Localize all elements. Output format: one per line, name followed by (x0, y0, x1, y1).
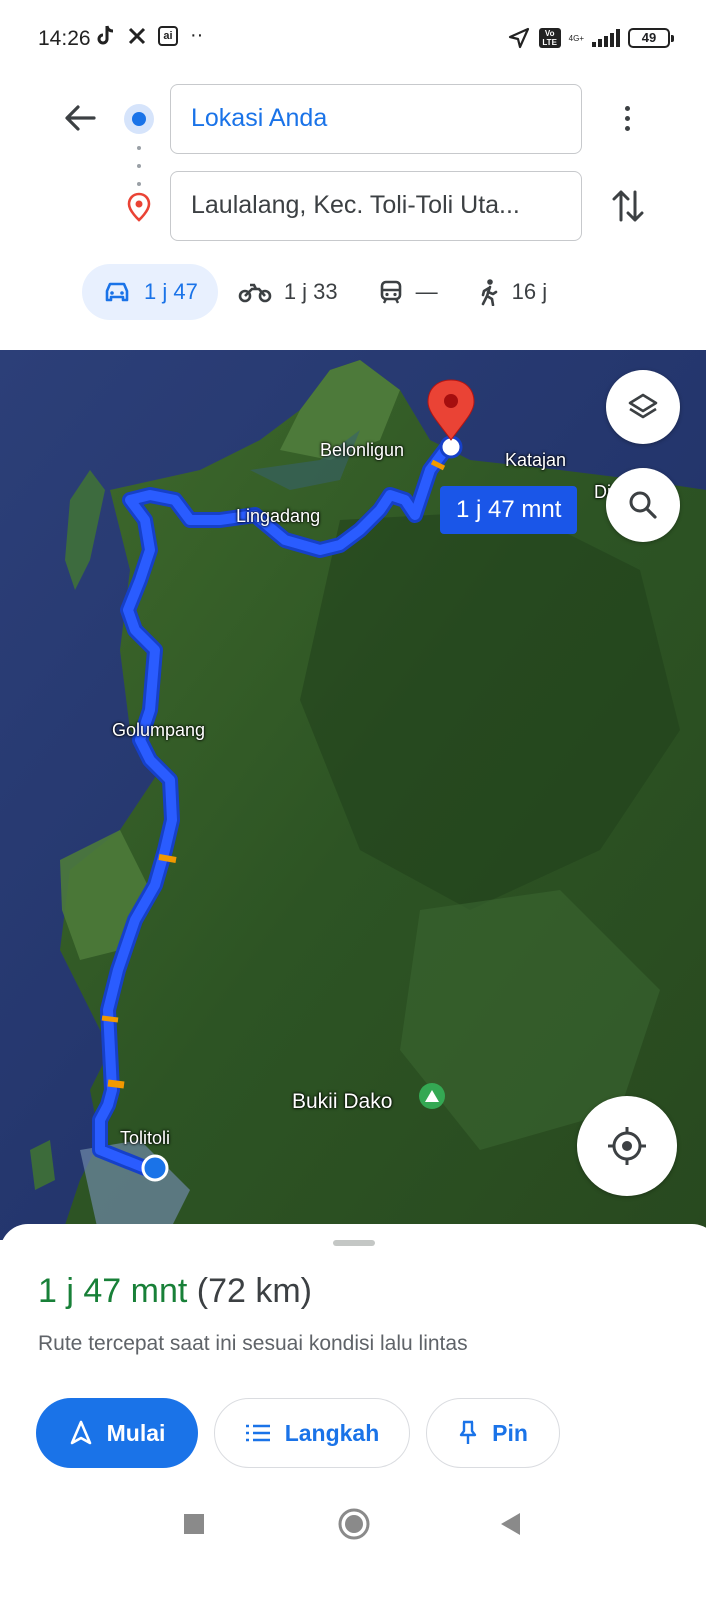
destination-pin-icon (127, 192, 151, 222)
status-bar: 14:26 ai ·· Vo LTE 4G+ 49 (0, 0, 720, 76)
notification-icons: ai ·· (96, 24, 203, 47)
home-circle-icon (338, 1508, 370, 1540)
layers-icon (628, 393, 658, 419)
list-icon (245, 1424, 270, 1442)
volte-icon: Vo LTE (538, 28, 561, 48)
map-label-lingadang: Lingadang (236, 506, 321, 526)
ai-icon: ai (158, 25, 178, 46)
back-nav-button[interactable] (488, 1502, 532, 1546)
steps-label: Langkah (284, 1419, 380, 1446)
mode-motorcycle-tab[interactable]: 1 j 33 (218, 264, 358, 320)
pin-button[interactable]: Pin (426, 1398, 560, 1468)
volte-bottom: LTE (542, 38, 557, 47)
map-label-bukit-dako: Bukii Dako (292, 1090, 393, 1113)
route-connector-dots (137, 146, 141, 186)
steps-button[interactable]: Langkah (214, 1398, 410, 1468)
more-vert-icon (624, 105, 630, 111)
origin-dot-icon (124, 104, 154, 134)
back-button[interactable] (60, 98, 100, 138)
system-icons: Vo LTE 4G+ 49 (507, 26, 674, 50)
mode-motorcycle-label: 1 j 33 (283, 279, 338, 304)
pin-label: Pin (492, 1419, 528, 1446)
back-triangle-icon (501, 1513, 520, 1535)
mode-transit-label: — (415, 279, 438, 304)
start-navigation-button[interactable]: Mulai (36, 1398, 198, 1468)
mode-driving-tab[interactable]: 1 j 47 (82, 264, 218, 320)
route-description: Rute tercepat saat ini sesuai kondisi la… (38, 1332, 468, 1355)
network-type: 4G+ (568, 33, 584, 43)
start-label: Mulai (106, 1419, 166, 1446)
sheet-drag-handle[interactable] (333, 1240, 375, 1246)
mode-transit-tab[interactable]: — (358, 264, 458, 320)
map-layers-button[interactable] (606, 370, 680, 444)
map-label-golumpang: Golumpang (112, 720, 206, 740)
route-duration: 1 j 47 mnt (38, 1272, 188, 1310)
recents-button[interactable] (172, 1502, 216, 1546)
transit-icon (380, 280, 401, 304)
more-notifications-icon: ·· (190, 24, 204, 46)
volte-top: Vo (544, 29, 555, 38)
system-navigation-bar (0, 1480, 720, 1570)
x-icon (128, 27, 146, 44)
origin-input[interactable]: Lokasi Anda (170, 84, 582, 154)
mode-driving-label: 1 j 47 (144, 279, 198, 304)
status-time: 14:26 (38, 27, 91, 50)
map-label-tolitoli: Tolitoli (120, 1128, 171, 1148)
mode-walking-tab[interactable]: 16 j (458, 264, 567, 320)
current-location-marker (141, 1154, 169, 1182)
map-label-katajan: Katajan (505, 450, 567, 470)
destination-input[interactable]: Laulalang, Kec. Toli-Toli Uta... (170, 171, 582, 241)
car-icon (105, 282, 129, 302)
tiktok-icon (97, 25, 114, 44)
travel-mode-tabs: 1 j 47 1 j 33 — 16 j (82, 264, 567, 320)
swap-vertical-icon (612, 190, 644, 222)
pin-icon (459, 1420, 477, 1444)
signal-icon (592, 29, 620, 47)
route-summary: 1 j 47 mnt (72 km) (38, 1272, 312, 1311)
map-view[interactable]: Belonligun Katajan Di Lingadang Golumpan… (0, 350, 706, 1240)
my-location-button[interactable] (577, 1096, 677, 1196)
recents-square-icon (184, 1514, 204, 1534)
motorcycle-icon (238, 283, 272, 303)
walk-icon (481, 279, 497, 306)
route-distance: (72 km) (196, 1272, 312, 1310)
home-button[interactable] (332, 1502, 376, 1546)
battery-icon: 49 (628, 28, 674, 48)
mode-walking-label: 16 j (511, 279, 548, 304)
location-arrow-icon (508, 27, 529, 49)
arrow-back-icon (65, 105, 96, 131)
my-location-icon (608, 1127, 646, 1165)
navigation-arrow-icon (70, 1420, 91, 1445)
map-search-button[interactable] (606, 468, 680, 542)
more-options-button[interactable] (612, 98, 642, 138)
swap-route-button[interactable] (608, 184, 648, 228)
map-label-belonligun: Belonligun (320, 440, 405, 460)
route-eta-bubble[interactable]: 1 j 47 mnt (440, 486, 578, 534)
search-icon (629, 491, 657, 519)
